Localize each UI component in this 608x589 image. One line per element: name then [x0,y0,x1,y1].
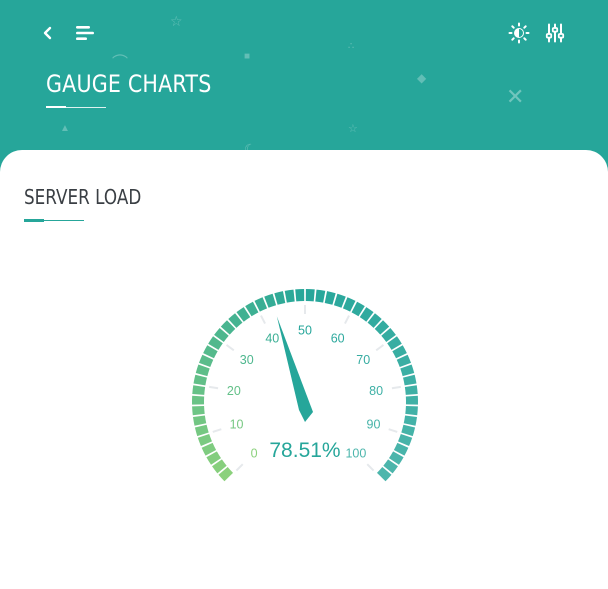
gauge-tick-mark [209,385,219,390]
gauge-tick-label: 50 [298,324,312,338]
gauge-band-segment [405,405,418,416]
gauge-tick-mark [375,344,385,352]
gauge-tick-mark [212,428,222,433]
gauge-band-segment [194,424,209,437]
gauge-band-segment [192,395,205,405]
gauge-value-label: 78.51% [269,439,340,462]
gauge-band-segment [192,405,205,416]
gauge-tick-label: 70 [356,353,370,367]
gauge-band-segment [193,374,207,386]
gauge-tick-mark [260,315,266,325]
gauge-tick-mark [235,463,244,472]
gauge-band-segment [333,293,346,308]
gauge-tick-mark [391,385,401,390]
gauge-band-segment [305,289,315,302]
gauge-tick-label: 60 [331,331,345,345]
gauge-band-segment [405,395,418,405]
gauge-tick-label: 0 [251,446,258,460]
gauge-band-segment [274,291,286,305]
gauge-tick-mark [388,428,398,433]
gauge-tick-label: 30 [240,353,254,367]
gauge-band-segment [315,289,326,303]
gauge-tick-label: 40 [265,331,279,345]
gauge-tick-label: 10 [230,418,244,432]
gauge-band-segment [403,415,417,426]
gauge-band-segment [295,289,305,302]
gauge-tick-label: 80 [369,384,383,398]
gauge-tick-mark [366,463,375,472]
gauge-tick-label: 90 [367,418,381,432]
gauge-tick-mark [344,315,350,325]
gauge-band-segment [192,385,206,395]
server-load-gauge: 0 10 20 30 40 50 60 70 80 90100 78.51% [192,289,418,482]
gauge-tick-label: 20 [227,384,241,398]
gauge-band-segment [193,415,207,426]
gauge-band-segment [264,293,277,308]
gauge-band-segment [400,364,415,377]
gauge-band-segment [324,291,336,305]
gauge-band-segment [284,289,295,303]
gauge-band-segment [195,364,210,377]
gauge-band-segment [403,374,417,386]
gauge-tick-label: 100 [345,446,366,460]
gauge-band-segment [404,385,418,395]
gauge-band-segment [401,424,416,437]
gauge-tick-mark [225,344,235,352]
